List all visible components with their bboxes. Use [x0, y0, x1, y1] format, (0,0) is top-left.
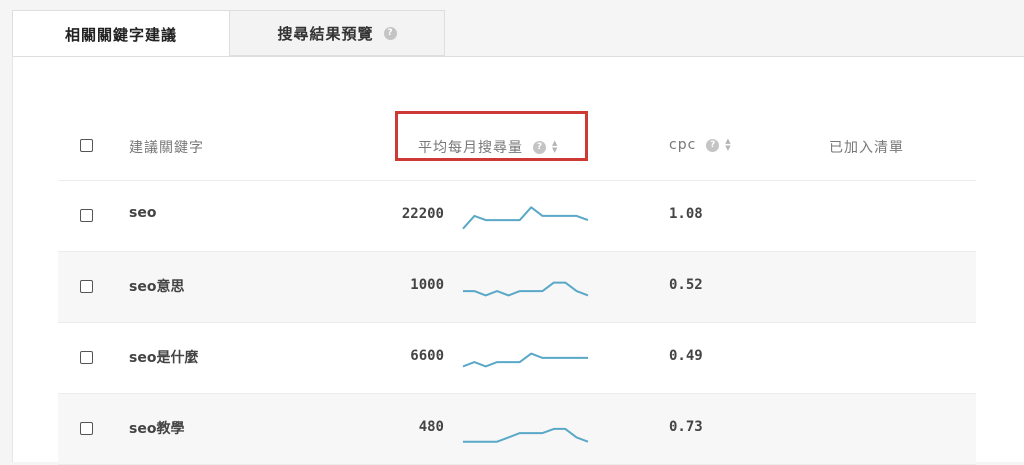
- header-cpc[interactable]: cpc ? ▲ ▼: [669, 137, 732, 153]
- cpc-cell: 1.08: [669, 206, 703, 222]
- keyword-cell[interactable]: seo意思: [129, 276, 184, 296]
- trend-line: [462, 206, 589, 230]
- header-added-to-list: 已加入清單: [829, 140, 904, 156]
- trend-line: [463, 427, 589, 443]
- trend-sparkline: [463, 427, 589, 443]
- trend-line: [462, 352, 588, 368]
- tab-search-preview-label: 搜尋結果預覽: [277, 24, 374, 43]
- volume-cell: 6600: [410, 348, 444, 364]
- keyword-cell[interactable]: seo教學: [129, 418, 184, 438]
- tab-bar: 相關關鍵字建議 搜尋結果預覽 ?: [12, 10, 445, 57]
- volume-cell: 480: [418, 419, 444, 435]
- table-row: seo 22200 1.08: [58, 181, 976, 252]
- keyword-panel: 建議關鍵字 平均每月搜尋量 ? ▲ ▼ cpc ? ▲ ▼ 已加入清單 seo …: [12, 56, 1024, 465]
- table-header-row: 建議關鍵字 平均每月搜尋量 ? ▲ ▼ cpc ? ▲ ▼ 已加入清單: [58, 111, 976, 181]
- help-icon[interactable]: ?: [383, 26, 397, 40]
- cpc-cell: 0.73: [669, 419, 703, 435]
- help-icon[interactable]: ?: [706, 138, 720, 152]
- trend-line: [463, 281, 589, 297]
- table-row: seo意思 1000 0.52: [58, 252, 976, 323]
- row-checkbox[interactable]: [80, 351, 93, 364]
- sort-down-icon: ▼: [725, 144, 732, 152]
- tab-search-preview[interactable]: 搜尋結果預覽 ?: [229, 10, 445, 56]
- keyword-cell[interactable]: seo: [129, 205, 156, 221]
- cpc-cell: 0.49: [669, 348, 703, 364]
- tab-related-keywords[interactable]: 相關關鍵字建議: [12, 10, 230, 57]
- sort-icon[interactable]: ▲ ▼: [725, 138, 731, 152]
- cpc-cell: 0.52: [669, 277, 703, 293]
- select-all-checkbox[interactable]: [80, 139, 93, 152]
- row-checkbox[interactable]: [80, 209, 93, 222]
- row-checkbox[interactable]: [80, 422, 93, 435]
- table-row: seo是什麼 6600 0.49: [58, 323, 976, 394]
- tab-related-keywords-label: 相關關鍵字建議: [64, 25, 177, 44]
- row-checkbox[interactable]: [80, 280, 93, 293]
- volume-cell: 22200: [401, 206, 444, 222]
- trend-sparkline: [462, 352, 588, 368]
- highlight-annotation-box: [395, 111, 588, 161]
- keyword-cell[interactable]: seo是什麼: [129, 347, 198, 367]
- header-keyword: 建議關鍵字: [129, 140, 204, 156]
- keyword-table: 建議關鍵字 平均每月搜尋量 ? ▲ ▼ cpc ? ▲ ▼ 已加入清單 seo …: [58, 111, 976, 465]
- volume-cell: 1000: [410, 277, 444, 293]
- trend-sparkline: [463, 281, 589, 297]
- trend-sparkline: [462, 206, 589, 230]
- table-row: seo教學 480 0.73: [58, 394, 976, 465]
- header-cpc-label: cpc: [669, 137, 697, 153]
